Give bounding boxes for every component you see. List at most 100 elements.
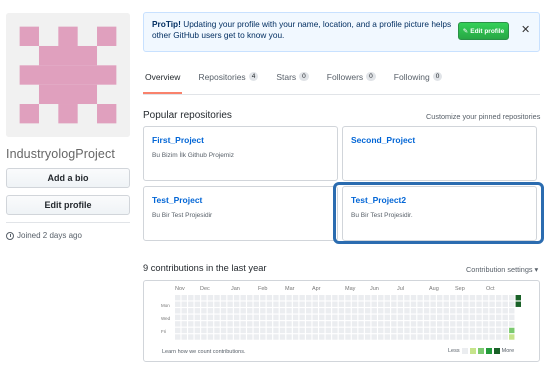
contribution-cell[interactable] [437,295,443,301]
contribution-cell[interactable] [266,308,273,314]
contribution-cell[interactable] [378,321,384,327]
contribution-cell[interactable] [482,321,489,327]
contribution-cell[interactable] [273,321,279,327]
contribution-cell[interactable] [423,321,430,327]
contribution-cell[interactable] [240,295,246,301]
contribution-cell[interactable] [253,295,259,301]
contribution-cell[interactable] [476,314,482,321]
contribution-cell[interactable] [384,314,390,321]
contribution-cell[interactable] [332,295,338,301]
contribution-cell[interactable] [351,321,358,327]
contribution-cell[interactable] [495,327,502,334]
contribution-cell[interactable] [332,334,338,340]
contribution-cell[interactable] [404,301,410,307]
contribution-cell[interactable] [286,321,292,327]
contribution-cell[interactable] [306,301,312,307]
contribution-cell[interactable] [371,295,377,301]
repo-link[interactable]: Second_Project [351,135,528,145]
contribution-cell[interactable] [253,308,259,314]
contribution-cell[interactable] [397,295,404,301]
contribution-cell[interactable] [489,301,495,307]
contribution-cell[interactable] [351,295,358,301]
contribution-cell[interactable] [482,327,489,334]
contribution-cell[interactable] [312,314,318,321]
contribution-cell[interactable] [476,308,482,314]
contribution-cell[interactable] [489,308,495,314]
tab-followers[interactable]: Followers 0 [325,72,378,94]
contribution-cell[interactable] [338,301,345,307]
contribution-cell[interactable] [332,301,338,307]
contribution-cell[interactable] [292,308,299,314]
contribution-cell[interactable] [325,321,332,327]
edit-profile-button[interactable]: Edit profile [6,195,130,215]
contribution-cell[interactable] [443,321,449,327]
contribution-cell[interactable] [391,321,397,327]
contribution-cell[interactable] [495,295,502,301]
contribution-cell[interactable] [423,308,430,314]
contribution-cell[interactable] [430,308,436,314]
contribution-cell[interactable] [214,314,220,321]
contribution-cell[interactable] [338,314,345,321]
contribution-cell[interactable] [384,295,390,301]
contribution-cell[interactable] [364,301,371,307]
contribution-cell[interactable] [175,314,181,321]
contribution-cell[interactable] [266,314,273,321]
contribution-cell[interactable] [469,314,476,321]
contribution-cell[interactable] [260,321,266,327]
contribution-cell[interactable] [469,334,476,340]
contribution-cell[interactable] [437,327,443,334]
contribution-cell[interactable] [404,308,410,314]
contribution-cell[interactable] [397,334,404,340]
contribution-cell[interactable] [384,308,390,314]
contribution-cell[interactable] [476,327,482,334]
contribution-cell[interactable] [502,314,508,321]
contribution-cell[interactable] [299,314,305,321]
contribution-cell[interactable] [240,321,246,327]
contribution-cell[interactable] [371,314,377,321]
contribution-cell[interactable] [463,321,469,327]
contribution-cell[interactable] [273,327,279,334]
contribution-cell[interactable] [279,327,286,334]
contribution-cell[interactable] [247,314,253,321]
contribution-cell[interactable] [463,334,469,340]
contribution-cell[interactable] [175,327,181,334]
contribution-cell[interactable] [502,295,508,301]
contribution-cell[interactable] [456,321,463,327]
contribution-cell[interactable] [469,295,476,301]
contribution-cell[interactable] [364,295,371,301]
contribution-cell[interactable] [345,314,351,321]
contribution-cell[interactable] [306,321,312,327]
contribution-cell[interactable] [240,301,246,307]
contribution-cell[interactable] [509,314,515,321]
contribution-cell[interactable] [358,301,364,307]
contribution-cell[interactable] [410,314,417,321]
contribution-cell[interactable] [247,321,253,327]
contribution-cell[interactable] [437,314,443,321]
contribution-cell[interactable] [463,308,469,314]
contribution-cell[interactable] [253,314,259,321]
contribution-cell[interactable] [482,314,489,321]
contribution-cell[interactable] [502,308,508,314]
contribution-cell[interactable] [214,308,220,314]
contribution-cell[interactable] [194,295,201,301]
contribution-cell[interactable] [345,301,351,307]
contribution-cell[interactable] [397,301,404,307]
contribution-cell[interactable] [476,321,482,327]
contribution-cell[interactable] [430,321,436,327]
contribution-cell[interactable] [391,301,397,307]
contribution-cell[interactable] [495,321,502,327]
contribution-cell[interactable] [240,327,246,334]
contribution-cell[interactable] [482,295,489,301]
contribution-cell[interactable] [201,301,207,307]
contribution-settings-dropdown[interactable]: Contribution settings ▾ [466,265,538,274]
contribution-cell[interactable] [430,334,436,340]
contribution-cell[interactable] [371,301,377,307]
contribution-cell[interactable] [482,308,489,314]
contribution-cell[interactable] [181,314,187,321]
contribution-cell[interactable] [299,308,305,314]
contribution-cell[interactable] [450,314,456,321]
contribution-cell[interactable] [292,327,299,334]
contribution-cell[interactable] [345,295,351,301]
contribution-cell[interactable] [391,308,397,314]
contribution-cell[interactable] [423,334,430,340]
